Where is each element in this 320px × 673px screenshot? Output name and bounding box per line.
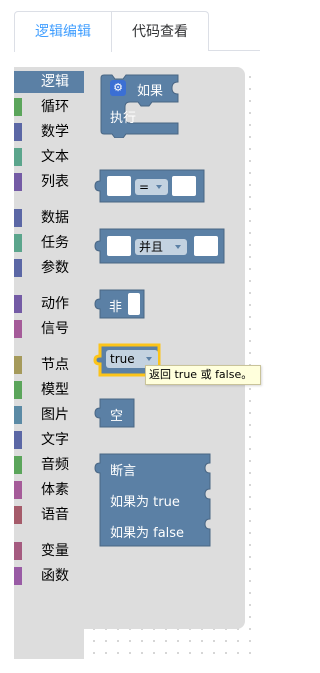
boolean-value: true xyxy=(110,352,135,366)
category-lists[interactable]: 列表 xyxy=(14,171,84,193)
gear-icon[interactable]: ⚙ xyxy=(110,80,126,96)
block-tooltip: 返回 true 或 false。 xyxy=(145,365,261,385)
category-math[interactable]: 数学 xyxy=(14,121,84,143)
category-color-bar xyxy=(14,406,22,424)
category-label: 函数 xyxy=(41,568,69,584)
category-data[interactable]: 数据 xyxy=(14,207,84,229)
ternary-true-label: 如果为 true xyxy=(110,495,180,510)
category-color-bar xyxy=(14,381,22,399)
category-label: 参数 xyxy=(41,260,69,276)
compare-operator-value: = xyxy=(139,180,150,194)
category-label: 模型 xyxy=(41,382,69,398)
category-label: 任务 xyxy=(41,235,69,251)
category-label: 文字 xyxy=(41,432,69,448)
category-nodes[interactable]: 节点 xyxy=(14,354,84,376)
category-label: 逻辑 xyxy=(41,74,69,90)
category-label: 节点 xyxy=(41,357,69,373)
category-label: 音频 xyxy=(41,457,69,473)
operation-right-input[interactable] xyxy=(194,236,218,256)
category-params[interactable]: 参数 xyxy=(14,257,84,279)
category-label: 体素 xyxy=(41,482,69,498)
category-color-bar xyxy=(14,98,22,116)
operation-left-input[interactable] xyxy=(107,236,131,256)
category-label: 图片 xyxy=(41,407,69,423)
toolbox: 逻辑 循环 数学 文本 列表 数据 任务 参数 动作 信号 节点 模型 图片 文… xyxy=(14,67,84,659)
category-color-bar xyxy=(14,73,22,91)
category-color-bar xyxy=(14,173,22,191)
editor-tabs: 逻辑编辑 代码查看 xyxy=(14,11,260,52)
chevron-down-icon xyxy=(146,357,152,361)
null-label: 空 xyxy=(110,409,124,424)
if-label: 如果 xyxy=(137,84,164,99)
category-label: 变量 xyxy=(41,543,69,559)
category-voxels[interactable]: 体素 xyxy=(14,479,84,501)
ternary-label: 断言 xyxy=(110,464,137,479)
category-color-bar xyxy=(14,456,22,474)
category-text-objects[interactable]: 文字 xyxy=(14,429,84,451)
do-label: 执行 xyxy=(110,111,137,126)
compare-operator-dropdown[interactable]: = xyxy=(135,179,168,195)
category-signals[interactable]: 信号 xyxy=(14,318,84,340)
category-loops[interactable]: 循环 xyxy=(14,96,84,118)
category-label: 信号 xyxy=(41,321,69,337)
category-audio[interactable]: 音频 xyxy=(14,454,84,476)
category-color-bar xyxy=(14,320,22,338)
category-color-bar xyxy=(14,481,22,499)
compare-left-input[interactable] xyxy=(107,176,131,196)
ternary-false-label: 如果为 false xyxy=(110,526,185,541)
category-models[interactable]: 模型 xyxy=(14,379,84,401)
category-color-bar xyxy=(14,123,22,141)
category-color-bar xyxy=(14,567,22,585)
negate-input[interactable] xyxy=(128,293,140,315)
category-label: 数学 xyxy=(41,124,69,140)
chevron-down-icon xyxy=(156,185,162,189)
category-color-bar xyxy=(14,356,22,374)
category-label: 循环 xyxy=(41,99,69,115)
category-label: 数据 xyxy=(41,210,69,226)
category-color-bar xyxy=(14,148,22,166)
category-actions[interactable]: 动作 xyxy=(14,293,84,315)
category-images[interactable]: 图片 xyxy=(14,404,84,426)
logic-operator-dropdown[interactable]: 并且 xyxy=(135,239,187,255)
category-variables[interactable]: 变量 xyxy=(14,540,84,562)
tab-code-view[interactable]: 代码查看 xyxy=(111,11,209,51)
category-label: 语音 xyxy=(41,507,69,523)
category-text[interactable]: 文本 xyxy=(14,146,84,168)
chevron-down-icon xyxy=(175,245,181,249)
category-label: 文本 xyxy=(41,149,69,165)
category-speech[interactable]: 语音 xyxy=(14,504,84,526)
category-logic[interactable]: 逻辑 xyxy=(14,71,84,93)
category-label: 动作 xyxy=(41,296,69,312)
not-label: 非 xyxy=(109,300,123,315)
category-color-bar xyxy=(14,295,22,313)
compare-right-input[interactable] xyxy=(172,176,196,196)
category-color-bar xyxy=(14,234,22,252)
category-tasks[interactable]: 任务 xyxy=(14,232,84,254)
logic-operator-value: 并且 xyxy=(139,240,164,254)
category-color-bar xyxy=(14,209,22,227)
category-color-bar xyxy=(14,431,22,449)
category-color-bar xyxy=(14,506,22,524)
category-color-bar xyxy=(14,259,22,277)
category-color-bar xyxy=(14,542,22,560)
tab-logic-edit[interactable]: 逻辑编辑 xyxy=(14,11,112,52)
category-functions[interactable]: 函数 xyxy=(14,565,84,587)
category-label: 列表 xyxy=(41,174,69,190)
